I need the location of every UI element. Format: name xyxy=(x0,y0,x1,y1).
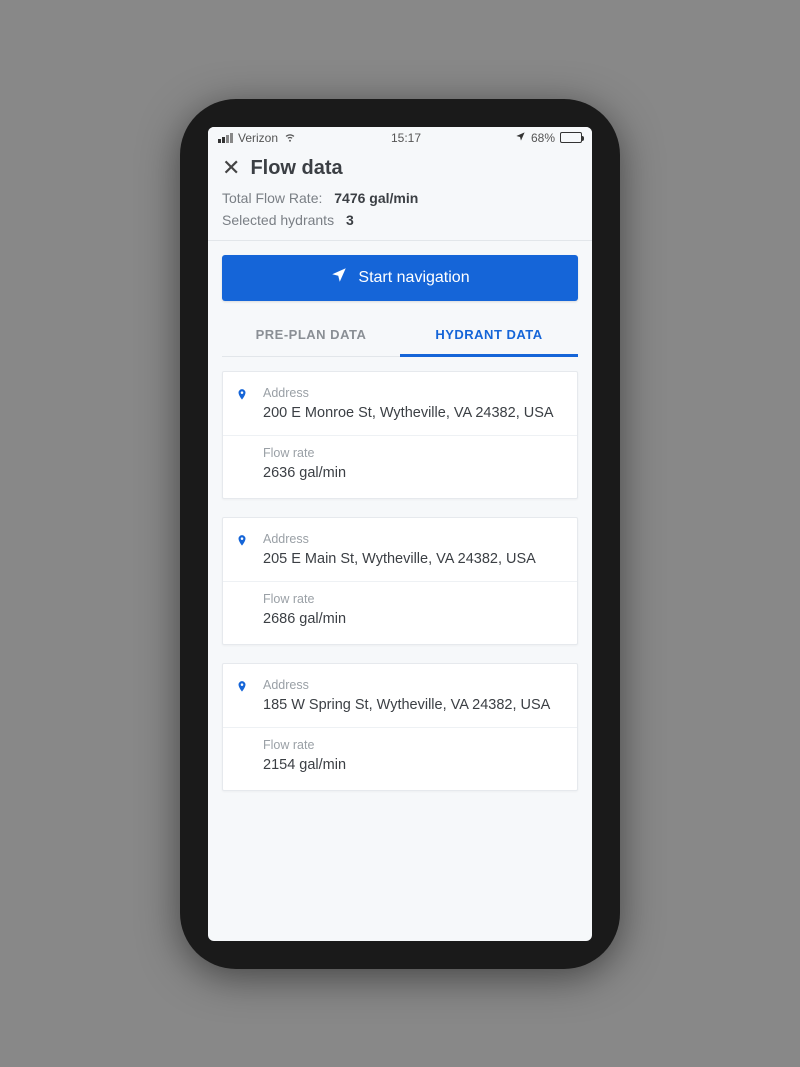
hydrant-card[interactable]: Address 200 E Monroe St, Wytheville, VA … xyxy=(222,371,578,499)
total-flow-value: 7476 gal/min xyxy=(334,190,418,206)
hydrant-pin-icon xyxy=(235,678,249,701)
address-value: 200 E Monroe St, Wytheville, VA 24382, U… xyxy=(263,404,563,424)
title-row: ✕ Flow data xyxy=(222,157,578,180)
battery-percent: 68% xyxy=(531,131,555,145)
flow-rate-label: Flow rate xyxy=(263,738,563,752)
selected-hydrants-row: Selected hydrants 3 xyxy=(222,212,578,228)
flow-rate-value: 2154 gal/min xyxy=(263,756,563,776)
address-value: 205 E Main St, Wytheville, VA 24382, USA xyxy=(263,550,563,570)
address-label: Address xyxy=(263,532,563,546)
total-flow-row: Total Flow Rate: 7476 gal/min xyxy=(222,190,578,206)
address-label: Address xyxy=(263,386,563,400)
total-flow-label: Total Flow Rate: xyxy=(222,190,322,206)
flow-rate-value: 2636 gal/min xyxy=(263,464,563,484)
flow-rate-value: 2686 gal/min xyxy=(263,610,563,630)
status-left: Verizon xyxy=(218,129,297,146)
close-icon[interactable]: ✕ xyxy=(222,157,240,179)
carrier-label: Verizon xyxy=(238,131,278,145)
hydrant-pin-icon xyxy=(235,386,249,409)
selected-hydrants-value: 3 xyxy=(346,212,354,228)
tabs: PRE-PLAN DATA HYDRANT DATA xyxy=(222,315,578,357)
location-services-icon xyxy=(515,131,526,145)
navigation-arrow-icon xyxy=(330,266,348,289)
status-time: 15:17 xyxy=(391,131,421,145)
address-value: 185 W Spring St, Wytheville, VA 24382, U… xyxy=(263,696,563,716)
screen: Verizon 15:17 68% ✕ Flow data xyxy=(208,127,592,941)
start-navigation-label: Start navigation xyxy=(358,269,469,287)
status-bar: Verizon 15:17 68% xyxy=(208,127,592,149)
card-divider xyxy=(223,435,577,436)
tab-hydrant-data[interactable]: HYDRANT DATA xyxy=(400,315,578,357)
hydrant-card[interactable]: Address 205 E Main St, Wytheville, VA 24… xyxy=(222,517,578,645)
tab-preplan-data[interactable]: PRE-PLAN DATA xyxy=(222,315,400,357)
battery-icon xyxy=(560,132,582,143)
flow-rate-label: Flow rate xyxy=(263,446,563,460)
hydrant-pin-icon xyxy=(235,532,249,555)
page-title: Flow data xyxy=(250,157,342,180)
card-divider xyxy=(223,581,577,582)
status-right: 68% xyxy=(515,131,582,145)
wifi-icon xyxy=(283,129,297,146)
hydrant-card[interactable]: Address 185 W Spring St, Wytheville, VA … xyxy=(222,663,578,791)
address-label: Address xyxy=(263,678,563,692)
flow-rate-label: Flow rate xyxy=(263,592,563,606)
header: ✕ Flow data Total Flow Rate: 7476 gal/mi… xyxy=(208,149,592,241)
selected-hydrants-label: Selected hydrants xyxy=(222,212,334,228)
hydrant-list[interactable]: Address 200 E Monroe St, Wytheville, VA … xyxy=(208,357,592,941)
start-navigation-button[interactable]: Start navigation xyxy=(222,255,578,301)
signal-icon xyxy=(218,133,233,143)
phone-frame: Verizon 15:17 68% ✕ Flow data xyxy=(180,99,620,969)
card-divider xyxy=(223,727,577,728)
